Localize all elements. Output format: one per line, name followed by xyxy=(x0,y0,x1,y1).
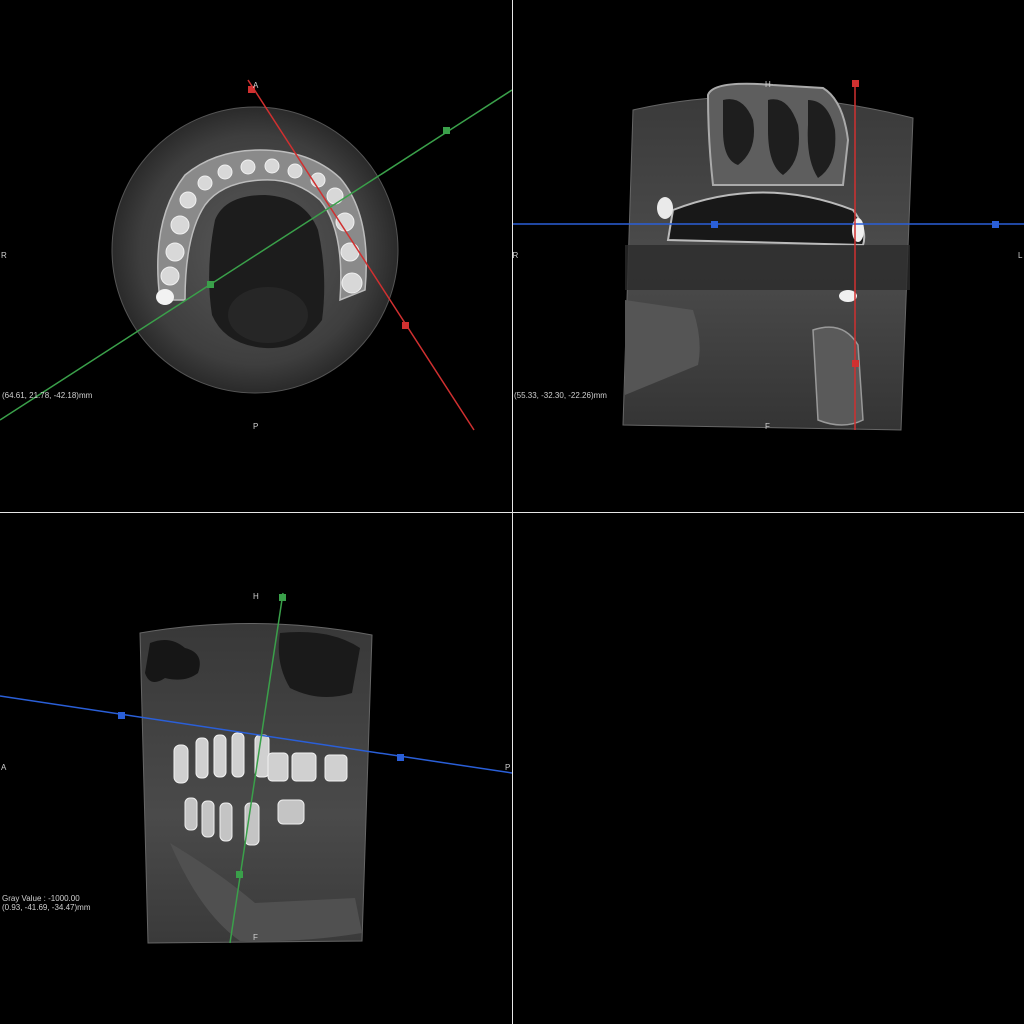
sagittal-gray-value: Gray Value : -1000.00 xyxy=(2,894,80,903)
sagittal-blue-handle-right[interactable] xyxy=(397,754,404,761)
sagittal-orient-bottom: F xyxy=(253,933,258,942)
sagittal-viewport[interactable]: H A P F Gray Value : -1000.00 (0.93, -41… xyxy=(0,513,512,1024)
coronal-blue-handle-right[interactable] xyxy=(992,221,999,228)
sagittal-green-handle-top[interactable] xyxy=(279,594,286,601)
sagittal-blue-handle-left[interactable] xyxy=(118,712,125,719)
coronal-red-handle-top[interactable] xyxy=(852,80,859,87)
coronal-orient-left: LR xyxy=(513,251,519,260)
coronal-orient-right: L xyxy=(1018,251,1023,260)
axial-viewport[interactable]: A R P (64.61, 21.78, -42.18)mm xyxy=(0,0,512,512)
sagittal-green-handle-bottom[interactable] xyxy=(236,871,243,878)
bright-restoration xyxy=(156,289,174,305)
sagittal-image xyxy=(0,592,512,944)
coronal-viewport[interactable]: H LR L F (55.33, -32.30, -22.26)mm xyxy=(513,0,1024,512)
axial-red-handle-bottom[interactable] xyxy=(402,322,409,329)
coronal-image xyxy=(513,80,1024,431)
axial-orient-top: A xyxy=(253,81,259,90)
coronal-blue-handle-left[interactable] xyxy=(711,221,718,228)
axial-orient-bottom: P xyxy=(253,422,259,431)
axial-image xyxy=(0,79,512,431)
viewport-divider-horizontal[interactable] xyxy=(0,512,1024,513)
volume-3d-viewport[interactable] xyxy=(513,513,1024,1024)
coronal-red-handle-bottom[interactable] xyxy=(852,360,859,367)
axial-green-handle-right[interactable] xyxy=(443,127,450,134)
sagittal-coordinates: (0.93, -41.69, -34.47)mm xyxy=(2,903,91,912)
axial-green-handle-left[interactable] xyxy=(207,281,214,288)
coronal-orient-bottom: F xyxy=(765,422,770,431)
axial-coordinates: (64.61, 21.78, -42.18)mm xyxy=(2,391,93,400)
sagittal-orient-top: H xyxy=(253,592,259,601)
coronal-coordinates: (55.33, -32.30, -22.26)mm xyxy=(514,391,607,400)
sagittal-orient-left: A xyxy=(1,763,7,772)
sagittal-orient-right: P xyxy=(505,763,511,772)
axial-orient-left: R xyxy=(1,251,7,260)
coronal-orient-top: H xyxy=(765,80,771,89)
